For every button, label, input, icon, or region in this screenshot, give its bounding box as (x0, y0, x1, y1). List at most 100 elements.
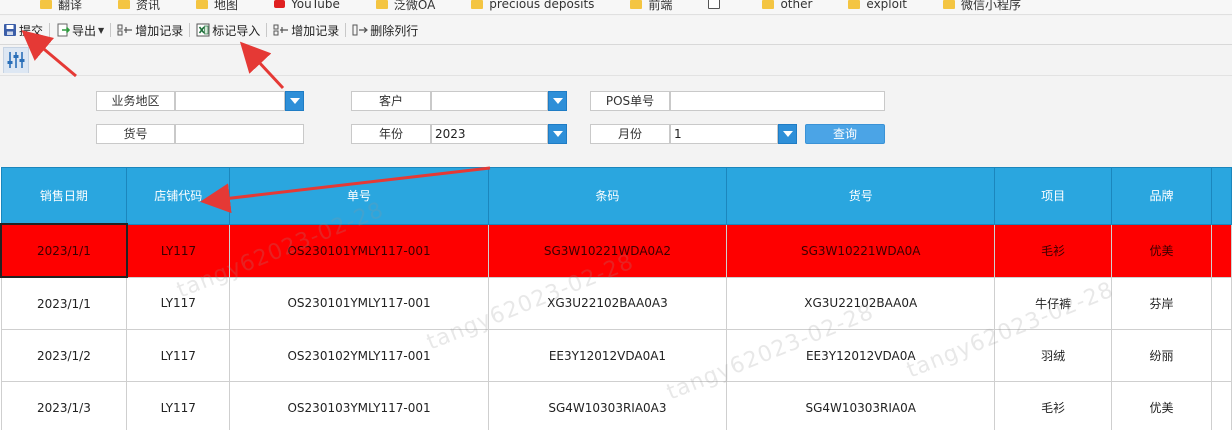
excel-import-icon (196, 23, 210, 37)
folder-icon (848, 0, 861, 9)
table-cell[interactable]: 纷丽 (1110, 329, 1213, 382)
add-record-button[interactable]: 增加记录 (114, 19, 186, 41)
table-row[interactable]: 2023/1/2 LY117 OS230102YMLY117-001 EE3Y1… (0, 329, 1232, 382)
table-cell[interactable]: EE3Y12012VDA0A (725, 329, 996, 382)
table-cell[interactable]: 2023/1/1 (0, 276, 128, 330)
column-header-barcode[interactable]: 条码 (487, 167, 728, 225)
add-row-icon (117, 24, 133, 36)
bookmark-item[interactable]: 资讯 (118, 0, 160, 13)
item-no-label: 货号 (96, 124, 175, 144)
table-cell (1211, 381, 1232, 430)
filter-settings-button[interactable] (3, 47, 29, 73)
table-cell[interactable]: XG3U22102BAA0A (725, 276, 996, 330)
bookmark-item[interactable]: 泛微OA (375, 0, 435, 13)
item-no-input[interactable] (175, 124, 304, 144)
query-button[interactable]: 查询 (805, 124, 885, 144)
add-record-button-2[interactable]: 增加记录 (270, 19, 342, 41)
pos-number-label: POS单号 (590, 91, 670, 111)
table-row-selected[interactable]: 2023/1/1 LY117 OS230101YMLY117-001 SG3W1… (0, 223, 1232, 278)
toolbar-separator (49, 23, 51, 37)
table-cell[interactable]: 2023/1/2 (0, 329, 128, 382)
table-cell[interactable]: LY117 (126, 223, 231, 278)
year-label: 年份 (351, 124, 431, 144)
folder-icon (40, 0, 52, 9)
bookmarks-bar: 翻译 资讯 地图 YouTube 泛微OA precious deposits … (0, 0, 1232, 15)
sliders-icon (7, 52, 25, 68)
column-header-overflow (1211, 167, 1232, 225)
add-row-icon (273, 24, 289, 36)
column-header-store-code[interactable]: 店铺代码 (126, 167, 231, 225)
bookmark-item[interactable]: 前端 (630, 0, 672, 13)
table-cell[interactable]: 优美 (1110, 381, 1213, 430)
customer-label: 客户 (351, 91, 431, 111)
submit-button[interactable]: 提交 (0, 19, 46, 41)
folder-icon (471, 0, 484, 9)
region-select[interactable] (175, 91, 285, 111)
customer-dropdown-button[interactable] (548, 91, 567, 111)
table-cell[interactable]: 牛仔裤 (994, 276, 1112, 330)
filter-bar (0, 45, 1232, 76)
column-header-brand[interactable]: 品牌 (1110, 167, 1213, 225)
table-header-row: 销售日期 店铺代码 单号 条码 货号 项目 品牌 (0, 167, 1232, 225)
bookmark-item[interactable]: precious deposits (471, 0, 594, 11)
table-cell[interactable]: 芬岸 (1110, 276, 1213, 330)
customer-select[interactable] (431, 91, 548, 111)
save-icon (4, 24, 16, 36)
column-header-item-no[interactable]: 货号 (725, 167, 996, 225)
bookmark-item[interactable]: other (762, 0, 812, 11)
table-cell[interactable]: LY117 (126, 329, 231, 382)
sales-table: 销售日期 店铺代码 单号 条码 货号 项目 品牌 2023/1/1 LY117 … (0, 167, 1232, 430)
table-row[interactable]: 2023/1/3 LY117 OS230103YMLY117-001 SG4W1… (0, 381, 1232, 430)
month-select[interactable]: 1 (670, 124, 778, 144)
column-header-category[interactable]: 项目 (994, 167, 1112, 225)
bookmark-item[interactable]: exploit (848, 0, 907, 11)
bookmark-item[interactable]: YouTube (274, 0, 340, 11)
delete-column-button[interactable]: 删除列行 (349, 19, 421, 41)
toolbar-separator (345, 23, 347, 37)
table-cell[interactable]: OS230103YMLY117-001 (229, 381, 489, 430)
column-header-order-no[interactable]: 单号 (229, 167, 489, 225)
folder-icon (943, 0, 956, 9)
table-cell[interactable]: SG4W10303RIA0A3 (487, 381, 728, 430)
bookmark-item[interactable]: 翻译 (40, 0, 82, 13)
region-dropdown-button[interactable] (285, 91, 304, 111)
table-cell[interactable]: 羽绒 (994, 329, 1112, 382)
table-cell[interactable]: 2023/1/1 (0, 223, 128, 278)
table-cell (1211, 276, 1232, 330)
folder-icon (118, 0, 131, 9)
delete-column-icon (352, 24, 369, 36)
table-cell[interactable]: LY117 (126, 381, 231, 430)
table-cell[interactable]: LY117 (126, 276, 231, 330)
folder-icon (630, 0, 643, 9)
folder-icon (196, 0, 209, 9)
bookmark-item[interactable]: 微信小程序 (943, 0, 1021, 13)
data-grid: 销售日期 店铺代码 单号 条码 货号 项目 品牌 2023/1/1 LY117 … (0, 167, 1232, 430)
table-cell[interactable]: OS230102YMLY117-001 (229, 329, 489, 382)
folder-icon (762, 0, 775, 9)
table-cell[interactable]: SG4W10303RIA0A (725, 381, 996, 430)
mark-import-button[interactable]: 标记导入 (193, 19, 263, 41)
table-cell[interactable]: EE3Y12012VDA0A1 (487, 329, 728, 382)
pos-number-input[interactable] (670, 91, 885, 111)
table-cell[interactable]: OS230101YMLY117-001 (229, 223, 489, 278)
table-cell[interactable]: SG3W10221WDA0A2 (487, 223, 728, 278)
table-cell[interactable]: XG3U22102BAA0A3 (487, 276, 728, 330)
bookmark-item[interactable] (708, 0, 726, 9)
column-header-sale-date[interactable]: 销售日期 (0, 167, 128, 225)
table-cell[interactable]: 毛衫 (994, 381, 1112, 430)
table-cell (1211, 329, 1232, 382)
bookmark-item[interactable]: 地图 (196, 0, 238, 13)
toolbar-separator (266, 23, 268, 37)
youtube-icon (274, 0, 286, 8)
table-cell[interactable]: OS230101YMLY117-001 (229, 276, 489, 330)
table-row[interactable]: 2023/1/1 LY117 OS230101YMLY117-001 XG3U2… (0, 276, 1232, 330)
table-cell[interactable]: 优美 (1110, 223, 1213, 278)
month-dropdown-button[interactable] (778, 124, 797, 144)
year-select[interactable]: 2023 (431, 124, 548, 144)
table-cell[interactable]: 毛衫 (994, 223, 1112, 278)
folder-icon (375, 0, 388, 9)
table-cell[interactable]: SG3W10221WDA0A (725, 223, 996, 278)
export-button[interactable]: 导出 ▼ (53, 19, 107, 41)
year-dropdown-button[interactable] (548, 124, 567, 144)
table-cell[interactable]: 2023/1/3 (0, 381, 128, 430)
